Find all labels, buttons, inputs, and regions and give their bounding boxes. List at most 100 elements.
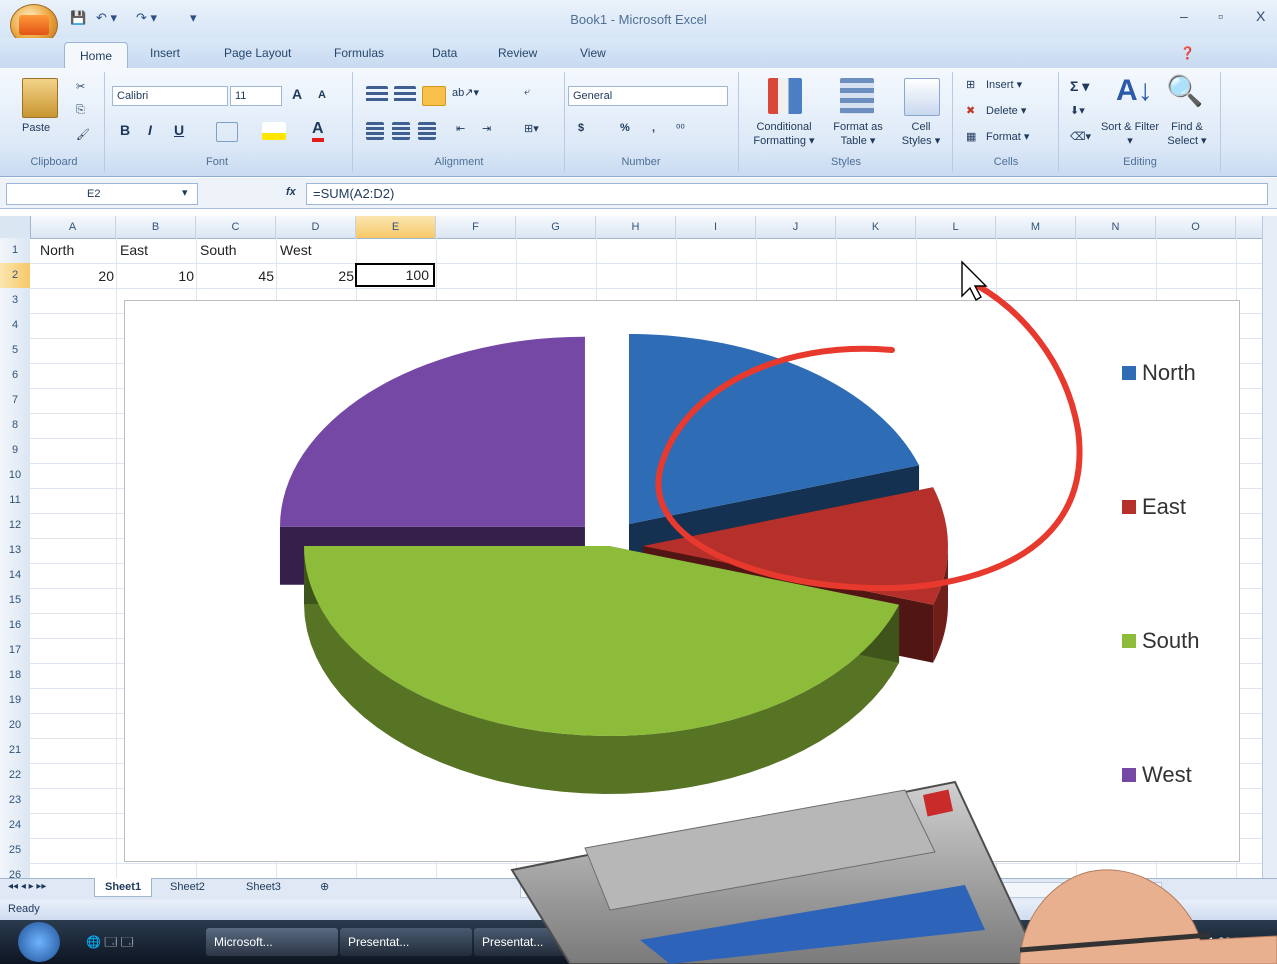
sort-filter-icon[interactable]: A↓ xyxy=(1116,74,1153,108)
row-header-16[interactable]: 16 xyxy=(0,613,30,639)
cell-D2[interactable]: 25 xyxy=(276,264,354,289)
comma-button[interactable]: , xyxy=(652,122,655,134)
tab-view[interactable]: View xyxy=(580,46,606,60)
row-header-9[interactable]: 9 xyxy=(0,438,30,464)
format-as-table-button[interactable]: Format as Table ▾ xyxy=(826,120,890,148)
row-header-1[interactable]: 1 xyxy=(0,238,30,264)
help-icon[interactable]: ❓ xyxy=(1180,46,1195,60)
paste-label[interactable]: Paste xyxy=(22,122,50,134)
cut-icon[interactable]: ✂ xyxy=(76,80,85,93)
row-header-3[interactable]: 3 xyxy=(0,288,30,314)
row-header-21[interactable]: 21 xyxy=(0,738,30,764)
align-center-icon[interactable] xyxy=(392,122,410,140)
horizontal-scrollbar[interactable] xyxy=(520,882,1162,898)
find-select-icon[interactable]: 🔍 xyxy=(1166,74,1203,109)
tab-page-layout[interactable]: Page Layout xyxy=(224,46,291,60)
italic-button[interactable]: I xyxy=(148,122,152,138)
row-header-4[interactable]: 4 xyxy=(0,313,30,339)
sheet-nav-buttons[interactable]: ◂◂ ◂ ▸ ▸▸ xyxy=(8,881,46,892)
underline-button[interactable]: U xyxy=(174,122,184,138)
row-header-11[interactable]: 11 xyxy=(0,488,30,514)
tab-home[interactable]: Home xyxy=(64,42,128,69)
legend-item-north[interactable]: North xyxy=(1122,360,1196,386)
column-header-N[interactable]: N xyxy=(1076,216,1156,238)
wrap-text-icon[interactable]: ⤶ xyxy=(524,86,530,99)
row-header-7[interactable]: 7 xyxy=(0,388,30,414)
cell-C2[interactable]: 45 xyxy=(196,264,274,289)
cell-styles-button[interactable]: Cell Styles ▾ xyxy=(896,120,946,148)
cell-styles-icon[interactable] xyxy=(904,78,940,116)
row-header-22[interactable]: 22 xyxy=(0,763,30,789)
sort-filter-button[interactable]: Sort & Filter ▾ xyxy=(1100,120,1160,148)
column-header-B[interactable]: B xyxy=(116,216,196,238)
font-name-select[interactable]: Calibri xyxy=(112,86,228,106)
decrease-indent-icon[interactable]: ⇤ xyxy=(456,122,465,135)
grow-font-button[interactable]: A xyxy=(292,86,302,102)
maximize-button[interactable]: ▫ xyxy=(1218,8,1223,24)
number-format-select[interactable]: General xyxy=(568,86,728,106)
row-header-2[interactable]: 2 xyxy=(0,263,30,289)
column-header-F[interactable]: F xyxy=(436,216,516,238)
chart-legend[interactable]: North East South West xyxy=(1122,360,1242,800)
row-header-17[interactable]: 17 xyxy=(0,638,30,664)
increase-indent-icon[interactable]: ⇥ xyxy=(482,122,491,135)
fill-color-icon[interactable] xyxy=(262,122,286,140)
pie-chart[interactable] xyxy=(125,301,1239,861)
legend-item-east[interactable]: East xyxy=(1122,494,1186,520)
cell-C1[interactable]: South xyxy=(200,238,237,263)
column-header-M[interactable]: M xyxy=(996,216,1076,238)
row-header-25[interactable]: 25 xyxy=(0,838,30,864)
column-header-O[interactable]: O xyxy=(1156,216,1236,238)
orientation-icon[interactable]: ab↗▾ xyxy=(452,86,479,99)
cell-B1[interactable]: East xyxy=(120,238,148,263)
autosum-button[interactable]: Σ ▾ xyxy=(1070,78,1089,95)
paste-icon[interactable] xyxy=(22,78,58,118)
legend-item-south[interactable]: South xyxy=(1122,628,1200,654)
tab-data[interactable]: Data xyxy=(432,46,457,60)
merge-center-icon[interactable]: ⊞▾ xyxy=(524,122,539,135)
taskbar-item-excel[interactable]: Microsoft... xyxy=(206,928,338,956)
percent-button[interactable]: % xyxy=(620,122,630,134)
sheet-tab-sheet3[interactable]: Sheet3 xyxy=(246,881,281,893)
insert-cells-button[interactable]: Insert ▾ xyxy=(986,78,1022,91)
cell-A1[interactable]: North xyxy=(40,238,74,263)
fill-icon[interactable]: ⬇▾ xyxy=(1070,104,1085,117)
row-header-19[interactable]: 19 xyxy=(0,688,30,714)
copy-icon[interactable]: ⎘ xyxy=(76,104,85,117)
conditional-formatting-icon[interactable] xyxy=(768,78,802,114)
cell-B2[interactable]: 10 xyxy=(116,264,194,289)
column-header-H[interactable]: H xyxy=(596,216,676,238)
format-painter-icon[interactable]: 🖌 xyxy=(76,128,90,141)
row-header-26[interactable]: 26 xyxy=(0,863,30,881)
shrink-font-button[interactable]: A xyxy=(318,89,326,101)
row-header-12[interactable]: 12 xyxy=(0,513,30,539)
row-header-10[interactable]: 10 xyxy=(0,463,30,489)
column-header-K[interactable]: K xyxy=(836,216,916,238)
row-header-5[interactable]: 5 xyxy=(0,338,30,364)
column-header-D[interactable]: D xyxy=(276,216,356,238)
legend-item-west[interactable]: West xyxy=(1122,762,1192,788)
row-header-6[interactable]: 6 xyxy=(0,363,30,389)
column-header-G[interactable]: G xyxy=(516,216,596,238)
start-button[interactable] xyxy=(18,922,60,962)
delete-cells-icon[interactable]: ✖ xyxy=(966,104,975,117)
align-bottom-icon[interactable] xyxy=(422,86,446,106)
sheet-tab-sheet1[interactable]: Sheet1 xyxy=(94,878,153,897)
borders-icon[interactable] xyxy=(216,122,238,142)
font-size-select[interactable]: 11 xyxy=(230,86,282,106)
row-header-13[interactable]: 13 xyxy=(0,538,30,564)
taskbar-item-presentation-1[interactable]: Presentat... xyxy=(340,928,472,956)
column-header-L[interactable]: L xyxy=(916,216,996,238)
name-box-dropdown-icon[interactable]: ▾ xyxy=(182,186,188,199)
column-header-A[interactable]: A xyxy=(30,216,116,238)
column-header-J[interactable]: J xyxy=(756,216,836,238)
row-header-15[interactable]: 15 xyxy=(0,588,30,614)
column-header-I[interactable]: I xyxy=(676,216,756,238)
increase-decimal-button[interactable]: ⁰⁰ xyxy=(676,122,685,135)
row-header-8[interactable]: 8 xyxy=(0,413,30,439)
sheet-tab-sheet2[interactable]: Sheet2 xyxy=(170,881,205,893)
cell-D1[interactable]: West xyxy=(280,238,312,263)
conditional-formatting-button[interactable]: Conditional Formatting ▾ xyxy=(744,120,824,148)
vertical-scrollbar[interactable] xyxy=(1262,216,1277,878)
tab-review[interactable]: Review xyxy=(498,46,537,60)
